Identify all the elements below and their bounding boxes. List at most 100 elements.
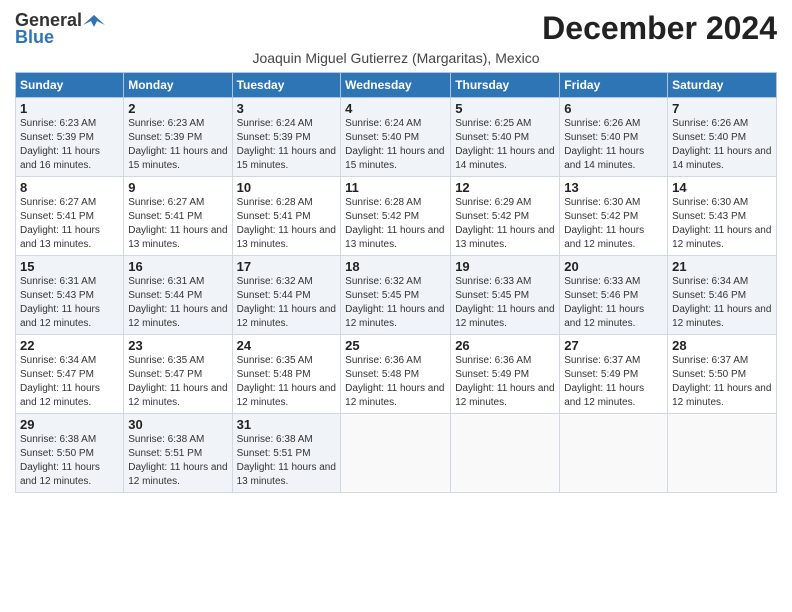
days-of-week-row: SundayMondayTuesdayWednesdayThursdayFrid…: [16, 73, 777, 98]
day-info: Sunrise: 6:31 AMSunset: 5:43 PMDaylight:…: [20, 275, 119, 331]
week-row-3: 15Sunrise: 6:31 AMSunset: 5:43 PMDayligh…: [16, 256, 777, 335]
day-number: 10: [237, 180, 337, 195]
calendar-cell: 3Sunrise: 6:24 AMSunset: 5:39 PMDaylight…: [232, 98, 341, 177]
calendar-cell: 8Sunrise: 6:27 AMSunset: 5:41 PMDaylight…: [16, 177, 124, 256]
day-number: 16: [128, 259, 227, 274]
calendar-cell: 30Sunrise: 6:38 AMSunset: 5:51 PMDayligh…: [124, 414, 232, 493]
calendar-cell: 10Sunrise: 6:28 AMSunset: 5:41 PMDayligh…: [232, 177, 341, 256]
month-title: December 2024: [542, 10, 777, 47]
day-info: Sunrise: 6:34 AMSunset: 5:47 PMDaylight:…: [20, 354, 119, 410]
calendar-cell: 31Sunrise: 6:38 AMSunset: 5:51 PMDayligh…: [232, 414, 341, 493]
calendar-cell: 26Sunrise: 6:36 AMSunset: 5:49 PMDayligh…: [451, 335, 560, 414]
calendar-cell: 19Sunrise: 6:33 AMSunset: 5:45 PMDayligh…: [451, 256, 560, 335]
day-number: 9: [128, 180, 227, 195]
day-number: 25: [345, 338, 446, 353]
day-info: Sunrise: 6:36 AMSunset: 5:48 PMDaylight:…: [345, 354, 446, 410]
day-info: Sunrise: 6:24 AMSunset: 5:39 PMDaylight:…: [237, 117, 337, 173]
calendar-cell: 11Sunrise: 6:28 AMSunset: 5:42 PMDayligh…: [341, 177, 451, 256]
day-number: 2: [128, 101, 227, 116]
calendar-cell: 9Sunrise: 6:27 AMSunset: 5:41 PMDaylight…: [124, 177, 232, 256]
dow-header-wednesday: Wednesday: [341, 73, 451, 98]
day-number: 8: [20, 180, 119, 195]
day-info: Sunrise: 6:28 AMSunset: 5:41 PMDaylight:…: [237, 196, 337, 252]
day-number: 18: [345, 259, 446, 274]
dow-header-thursday: Thursday: [451, 73, 560, 98]
day-number: 13: [564, 180, 663, 195]
day-number: 30: [128, 417, 227, 432]
subtitle: Joaquin Miguel Gutierrez (Margaritas), M…: [15, 50, 777, 66]
calendar-cell: 16Sunrise: 6:31 AMSunset: 5:44 PMDayligh…: [124, 256, 232, 335]
week-row-5: 29Sunrise: 6:38 AMSunset: 5:50 PMDayligh…: [16, 414, 777, 493]
calendar-cell: 24Sunrise: 6:35 AMSunset: 5:48 PMDayligh…: [232, 335, 341, 414]
calendar-cell: 12Sunrise: 6:29 AMSunset: 5:42 PMDayligh…: [451, 177, 560, 256]
calendar-cell: 18Sunrise: 6:32 AMSunset: 5:45 PMDayligh…: [341, 256, 451, 335]
calendar-cell: 22Sunrise: 6:34 AMSunset: 5:47 PMDayligh…: [16, 335, 124, 414]
day-number: 11: [345, 180, 446, 195]
week-row-2: 8Sunrise: 6:27 AMSunset: 5:41 PMDaylight…: [16, 177, 777, 256]
day-number: 20: [564, 259, 663, 274]
day-info: Sunrise: 6:30 AMSunset: 5:43 PMDaylight:…: [672, 196, 772, 252]
day-number: 6: [564, 101, 663, 116]
calendar-cell: 2Sunrise: 6:23 AMSunset: 5:39 PMDaylight…: [124, 98, 232, 177]
dow-header-friday: Friday: [560, 73, 668, 98]
day-info: Sunrise: 6:24 AMSunset: 5:40 PMDaylight:…: [345, 117, 446, 173]
day-info: Sunrise: 6:37 AMSunset: 5:49 PMDaylight:…: [564, 354, 663, 410]
calendar-cell: 29Sunrise: 6:38 AMSunset: 5:50 PMDayligh…: [16, 414, 124, 493]
day-number: 12: [455, 180, 555, 195]
day-number: 24: [237, 338, 337, 353]
day-info: Sunrise: 6:29 AMSunset: 5:42 PMDaylight:…: [455, 196, 555, 252]
day-info: Sunrise: 6:30 AMSunset: 5:42 PMDaylight:…: [564, 196, 663, 252]
calendar-table: SundayMondayTuesdayWednesdayThursdayFrid…: [15, 72, 777, 493]
day-info: Sunrise: 6:34 AMSunset: 5:46 PMDaylight:…: [672, 275, 772, 331]
logo: General Blue: [15, 10, 106, 48]
day-info: Sunrise: 6:38 AMSunset: 5:50 PMDaylight:…: [20, 433, 119, 489]
calendar-cell: [560, 414, 668, 493]
day-info: Sunrise: 6:27 AMSunset: 5:41 PMDaylight:…: [128, 196, 227, 252]
day-info: Sunrise: 6:23 AMSunset: 5:39 PMDaylight:…: [20, 117, 119, 173]
day-info: Sunrise: 6:33 AMSunset: 5:45 PMDaylight:…: [455, 275, 555, 331]
day-number: 27: [564, 338, 663, 353]
calendar-cell: 7Sunrise: 6:26 AMSunset: 5:40 PMDaylight…: [668, 98, 777, 177]
day-info: Sunrise: 6:36 AMSunset: 5:49 PMDaylight:…: [455, 354, 555, 410]
day-info: Sunrise: 6:35 AMSunset: 5:48 PMDaylight:…: [237, 354, 337, 410]
calendar-cell: 20Sunrise: 6:33 AMSunset: 5:46 PMDayligh…: [560, 256, 668, 335]
header: General Blue December 2024: [15, 10, 777, 48]
calendar-cell: 17Sunrise: 6:32 AMSunset: 5:44 PMDayligh…: [232, 256, 341, 335]
calendar-cell: 25Sunrise: 6:36 AMSunset: 5:48 PMDayligh…: [341, 335, 451, 414]
day-number: 1: [20, 101, 119, 116]
calendar-cell: 6Sunrise: 6:26 AMSunset: 5:40 PMDaylight…: [560, 98, 668, 177]
dow-header-tuesday: Tuesday: [232, 73, 341, 98]
week-row-4: 22Sunrise: 6:34 AMSunset: 5:47 PMDayligh…: [16, 335, 777, 414]
day-info: Sunrise: 6:33 AMSunset: 5:46 PMDaylight:…: [564, 275, 663, 331]
day-info: Sunrise: 6:32 AMSunset: 5:45 PMDaylight:…: [345, 275, 446, 331]
day-number: 28: [672, 338, 772, 353]
day-info: Sunrise: 6:28 AMSunset: 5:42 PMDaylight:…: [345, 196, 446, 252]
day-number: 31: [237, 417, 337, 432]
day-number: 22: [20, 338, 119, 353]
day-number: 19: [455, 259, 555, 274]
day-number: 26: [455, 338, 555, 353]
calendar-cell: [668, 414, 777, 493]
calendar-body: 1Sunrise: 6:23 AMSunset: 5:39 PMDaylight…: [16, 98, 777, 493]
day-number: 21: [672, 259, 772, 274]
calendar-cell: 13Sunrise: 6:30 AMSunset: 5:42 PMDayligh…: [560, 177, 668, 256]
day-number: 17: [237, 259, 337, 274]
day-info: Sunrise: 6:32 AMSunset: 5:44 PMDaylight:…: [237, 275, 337, 331]
day-number: 23: [128, 338, 227, 353]
day-info: Sunrise: 6:35 AMSunset: 5:47 PMDaylight:…: [128, 354, 227, 410]
day-number: 4: [345, 101, 446, 116]
day-info: Sunrise: 6:38 AMSunset: 5:51 PMDaylight:…: [128, 433, 227, 489]
logo-bird-icon: [83, 13, 105, 29]
day-info: Sunrise: 6:26 AMSunset: 5:40 PMDaylight:…: [672, 117, 772, 173]
day-info: Sunrise: 6:25 AMSunset: 5:40 PMDaylight:…: [455, 117, 555, 173]
calendar-cell: 5Sunrise: 6:25 AMSunset: 5:40 PMDaylight…: [451, 98, 560, 177]
day-info: Sunrise: 6:31 AMSunset: 5:44 PMDaylight:…: [128, 275, 227, 331]
day-number: 3: [237, 101, 337, 116]
logo-blue: Blue: [15, 27, 54, 48]
calendar-cell: 1Sunrise: 6:23 AMSunset: 5:39 PMDaylight…: [16, 98, 124, 177]
day-number: 7: [672, 101, 772, 116]
calendar-cell: 4Sunrise: 6:24 AMSunset: 5:40 PMDaylight…: [341, 98, 451, 177]
day-info: Sunrise: 6:27 AMSunset: 5:41 PMDaylight:…: [20, 196, 119, 252]
dow-header-monday: Monday: [124, 73, 232, 98]
dow-header-sunday: Sunday: [16, 73, 124, 98]
